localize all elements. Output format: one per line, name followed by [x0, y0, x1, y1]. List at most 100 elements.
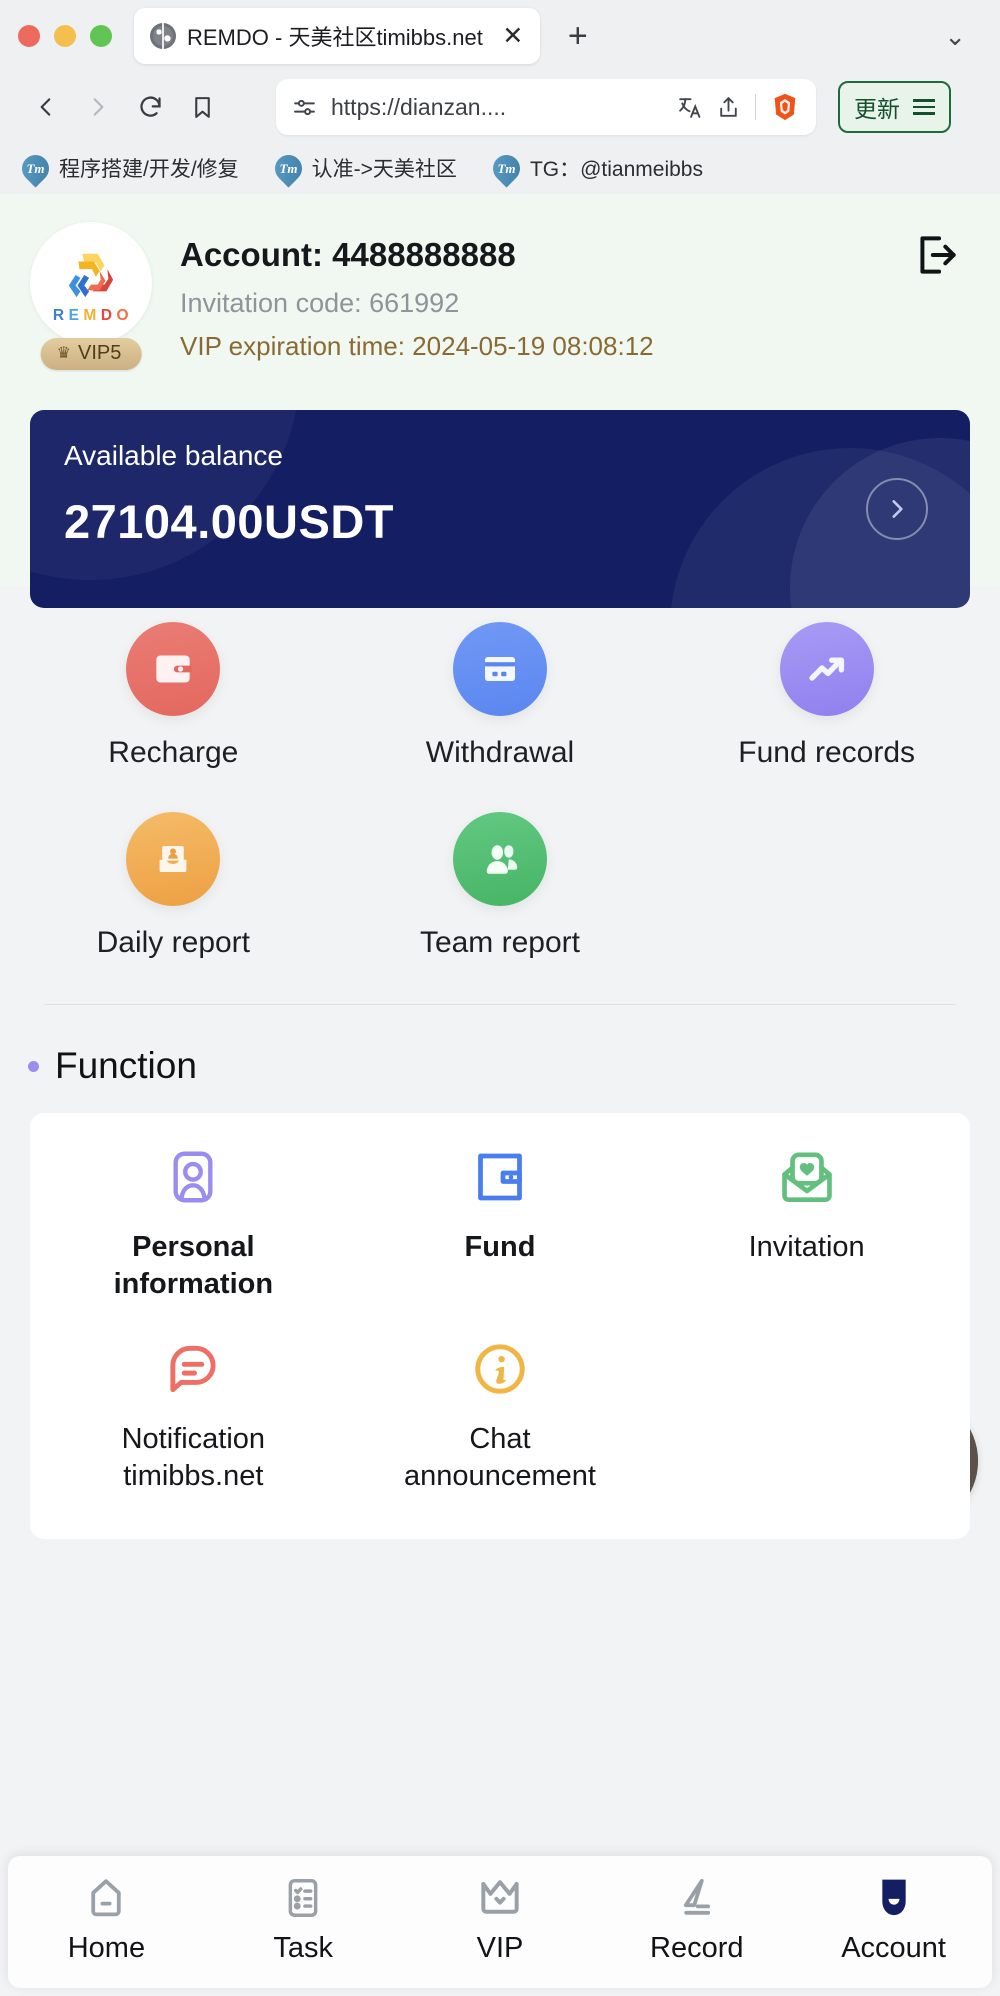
tm-icon: Tm — [487, 148, 526, 188]
bullet-icon — [28, 1060, 39, 1072]
back-button[interactable] — [20, 81, 72, 133]
update-button[interactable]: 更新 — [838, 81, 951, 133]
function-label: Personal information — [113, 1231, 274, 1301]
browser-tab[interactable]: REMDO - 天美社区timibbs.net ✕ — [134, 8, 540, 64]
bottom-navigation: Home Task VIP Record Account — [8, 1856, 992, 1988]
vip-badge: ♛ VIP5 — [40, 338, 142, 370]
function-item-chat-announcement[interactable]: Chat announcement — [347, 1337, 654, 1495]
person-card-icon — [161, 1145, 225, 1209]
pencil-icon — [673, 1870, 721, 1926]
function-item-invitation[interactable]: Invitation — [653, 1145, 960, 1303]
function-label: Notification timibbs.net — [121, 1423, 266, 1493]
nav-label: Account — [841, 1932, 946, 1964]
nav-label: Task — [273, 1932, 334, 1964]
close-icon[interactable]: ✕ — [500, 23, 526, 49]
close-window-button[interactable] — [18, 25, 40, 47]
function-label: Invitation — [748, 1231, 865, 1263]
quick-action-recharge[interactable]: Recharge — [10, 622, 337, 770]
chevron-down-icon[interactable]: ⌄ — [944, 23, 966, 49]
balance-label: Available balance — [64, 440, 283, 471]
wallet-icon — [126, 622, 221, 716]
quick-action-label: Fund records — [738, 736, 916, 769]
quick-action-label: Daily report — [96, 926, 251, 959]
new-tab-button[interactable]: + — [568, 19, 588, 53]
quick-actions-grid: Recharge Withdrawal Fund records Daily r… — [10, 622, 990, 1002]
site-settings-icon[interactable] — [292, 95, 317, 120]
function-label: Fund — [464, 1231, 536, 1263]
tab-strip: REMDO - 天美社区timibbs.net ✕ + ⌄ — [0, 0, 1000, 72]
tab-title: REMDO - 天美社区timibbs.net — [187, 25, 483, 50]
nav-item-task[interactable]: Task — [205, 1870, 402, 1965]
function-grid: Personal information Fund Invitation Not… — [40, 1145, 960, 1529]
account-icon — [869, 1870, 919, 1926]
inbox-person-icon — [126, 812, 221, 906]
share-icon[interactable] — [716, 95, 741, 120]
section-title: Function — [55, 1045, 197, 1086]
crown-icon: ♛ — [56, 344, 71, 362]
balance-card[interactable]: Available balance 27104.00USDT — [30, 410, 970, 608]
quick-action-label: Team report — [419, 926, 581, 959]
wallet-outline-icon — [468, 1145, 532, 1209]
invitation-code: Invitation code: 661992 — [180, 288, 460, 318]
nav-item-vip[interactable]: VIP — [402, 1870, 599, 1965]
nav-label: Home — [67, 1932, 146, 1964]
url-text[interactable]: https://dianzan.... — [331, 94, 663, 121]
home-icon — [82, 1870, 130, 1926]
account-header: R E M D O ♛ VIP5 Account: 4488888888 Inv… — [0, 194, 1000, 608]
checklist-icon — [280, 1870, 326, 1926]
maximize-window-button[interactable] — [90, 25, 112, 47]
quick-action-withdrawal[interactable]: Withdrawal — [337, 622, 664, 770]
account-info: Account: 4488888888 Invitation code: 661… — [180, 222, 970, 362]
minimize-window-button[interactable] — [54, 25, 76, 47]
quick-action-label: Withdrawal — [425, 736, 575, 769]
crown-icon — [475, 1870, 525, 1926]
team-icon — [452, 812, 547, 906]
balance-detail-button[interactable] — [866, 478, 928, 540]
function-section-header: Function — [0, 1009, 1000, 1113]
brave-shields-icon[interactable] — [770, 92, 800, 122]
account-number: Account: 4488888888 — [180, 236, 516, 273]
quick-action-team-report[interactable]: Team report — [337, 812, 664, 960]
nav-item-record[interactable]: Record — [598, 1870, 795, 1965]
address-bar[interactable]: https://dianzan.... — [276, 79, 816, 135]
forward-button[interactable] — [72, 81, 124, 133]
nav-label: VIP — [476, 1932, 524, 1964]
tm-icon: Tm — [16, 148, 55, 188]
bookmark-label: 认准->天美社区 — [311, 158, 457, 181]
trending-up-icon — [779, 622, 874, 716]
function-item-fund[interactable]: Fund — [347, 1145, 654, 1303]
bookmark-item[interactable]: Tm 认准->天美社区 — [269, 148, 457, 188]
envelope-heart-icon — [775, 1145, 839, 1209]
quick-action-fund-records[interactable]: Fund records — [663, 622, 990, 770]
nav-item-home[interactable]: Home — [8, 1870, 205, 1965]
bookmark-item[interactable]: Tm TG：@tianmeibbs — [487, 148, 703, 188]
bookmarks-bar: Tm 程序搭建/开发/修复 Tm 认准->天美社区 Tm TG：@tianmei… — [0, 142, 1000, 194]
tm-icon: Tm — [269, 148, 308, 188]
quick-actions-section: Recharge Withdrawal Fund records Daily r… — [0, 586, 1000, 1009]
balance-amount: 27104.00USDT — [64, 495, 394, 548]
browser-window: REMDO - 天美社区timibbs.net ✕ + ⌄ https://di… — [0, 0, 1000, 1996]
menu-icon[interactable] — [913, 99, 935, 115]
quick-action-label: Recharge — [108, 736, 239, 769]
vip-expiration: VIP expiration time: 2024-05-19 08:08:12 — [180, 331, 654, 361]
nav-label: Record — [650, 1932, 744, 1964]
brand-wordmark: R E M D O — [52, 306, 130, 324]
window-controls — [18, 25, 112, 47]
function-item-notification[interactable]: Notification timibbs.net — [40, 1337, 347, 1495]
reload-icon[interactable] — [124, 81, 176, 133]
quick-action-daily-report[interactable]: Daily report — [10, 812, 337, 960]
browser-toolbar: https://dianzan.... 更新 — [0, 72, 1000, 142]
function-label: Chat announcement — [404, 1423, 596, 1493]
divider — [44, 1004, 956, 1005]
function-item-personal-information[interactable]: Personal information — [40, 1145, 347, 1303]
bookmark-icon[interactable] — [176, 81, 228, 133]
nav-item-account[interactable]: Account — [795, 1870, 992, 1965]
remdo-logo-icon — [68, 253, 114, 297]
avatar-block: R E M D O ♛ VIP5 — [30, 222, 152, 370]
bookmark-label: 程序搭建/开发/修复 — [59, 158, 239, 181]
update-label: 更新 — [854, 96, 900, 122]
translate-icon[interactable] — [677, 95, 702, 120]
bookmark-item[interactable]: Tm 程序搭建/开发/修复 — [16, 148, 239, 188]
logout-button[interactable] — [908, 226, 966, 284]
info-circle-icon — [468, 1337, 532, 1401]
